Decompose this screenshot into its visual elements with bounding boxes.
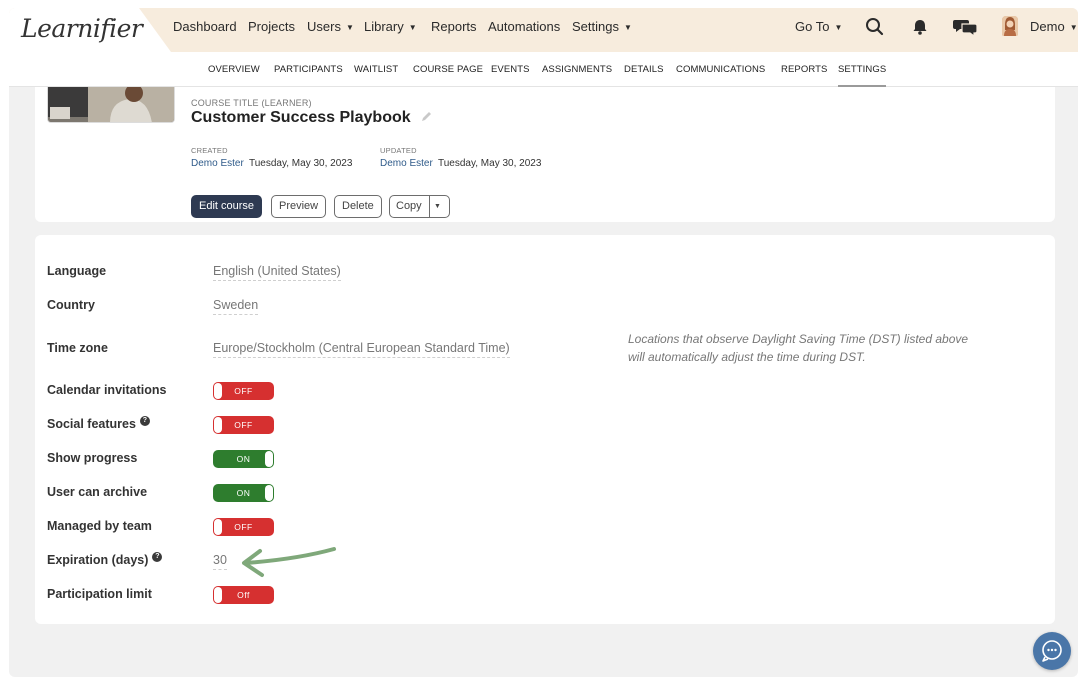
- course-header-card: COURSE TITLE (LEARNER) Customer Success …: [35, 87, 1055, 222]
- copy-button[interactable]: Copy: [396, 200, 422, 212]
- toggle-knob: [214, 587, 222, 603]
- timezone-label: Time zone: [47, 341, 108, 355]
- expiration-label: Expiration (days)?: [47, 552, 163, 568]
- nav-reports[interactable]: Reports: [431, 8, 477, 52]
- updated-by-link[interactable]: Demo Ester: [380, 158, 433, 169]
- participation-limit-toggle[interactable]: Off: [213, 586, 274, 604]
- dst-note: Locations that observe Daylight Saving T…: [628, 332, 969, 364]
- country-value[interactable]: Sweden: [213, 298, 259, 315]
- toggle-knob: [265, 451, 273, 467]
- calendar-invitations-label: Calendar invitations: [47, 383, 167, 397]
- show-progress-toggle[interactable]: ON: [213, 450, 274, 468]
- tab-waitlist[interactable]: WAITLIST: [354, 52, 398, 87]
- app-window: Learnifier Dashboard Projects Users ▼ Lib…: [9, 8, 1078, 677]
- avatar[interactable]: [1002, 16, 1018, 36]
- chevron-down-icon: ▼: [1069, 23, 1078, 32]
- updated-caption: UPDATED: [380, 146, 417, 155]
- course-thumbnail: [47, 87, 175, 123]
- nav-automations[interactable]: Automations: [488, 8, 560, 52]
- copy-options-chevron-icon[interactable]: ▼: [434, 196, 441, 217]
- nav-dashboard[interactable]: Dashboard: [173, 8, 237, 52]
- social-features-toggle[interactable]: OFF: [213, 416, 274, 434]
- created-date: Tuesday, May 30, 2023: [249, 158, 353, 169]
- help-icon[interactable]: ?: [139, 416, 150, 426]
- tab-settings[interactable]: SETTINGS: [838, 52, 887, 87]
- tab-reports[interactable]: REPORTS: [781, 52, 827, 87]
- tab-assignments[interactable]: ASSIGNMENTS: [542, 52, 612, 87]
- created-caption: CREATED: [191, 146, 228, 155]
- chevron-down-icon: ▼: [834, 23, 843, 32]
- show-progress-label: Show progress: [47, 451, 138, 465]
- toggle-knob: [214, 417, 222, 433]
- country-label: Country: [47, 298, 95, 312]
- annotation-arrow-icon: [242, 547, 336, 577]
- goto-menu[interactable]: Go To ▼: [795, 8, 842, 52]
- nav-library[interactable]: Library ▼: [364, 8, 417, 52]
- updated-date: Tuesday, May 30, 2023: [438, 158, 542, 169]
- participation-limit-label: Participation limit: [47, 587, 152, 601]
- nav-projects[interactable]: Projects: [248, 8, 295, 52]
- top-navigation: Learnifier Dashboard Projects Users ▼ Lib…: [9, 8, 1078, 52]
- search-icon[interactable]: [864, 17, 886, 37]
- tab-participants[interactable]: PARTICIPANTS: [274, 52, 343, 87]
- delete-button[interactable]: Delete: [334, 195, 382, 218]
- edit-course-button[interactable]: Edit course: [191, 195, 263, 218]
- chevron-down-icon: ▼: [345, 23, 354, 32]
- social-features-label: Social features?: [47, 416, 150, 432]
- learnifier-logo[interactable]: Learnifier: [21, 14, 143, 43]
- tab-communications[interactable]: COMMUNICATIONS: [676, 52, 765, 87]
- nav-users[interactable]: Users ▼: [307, 8, 354, 52]
- chat-bubble-icon[interactable]: [1033, 632, 1071, 670]
- copy-split-button: Copy ▼: [389, 195, 450, 218]
- expiration-value[interactable]: 30: [213, 553, 227, 570]
- bell-icon[interactable]: [909, 17, 931, 37]
- chat-icon[interactable]: [953, 17, 979, 37]
- created-by-link[interactable]: Demo Ester: [191, 158, 244, 169]
- toggle-knob: [214, 519, 222, 535]
- chevron-down-icon: ▼: [408, 23, 417, 32]
- tab-details[interactable]: DETAILS: [624, 52, 664, 87]
- chevron-down-icon: ▼: [623, 23, 632, 32]
- language-value[interactable]: English (United States): [213, 264, 341, 281]
- managed-by-team-label: Managed by team: [47, 519, 152, 533]
- course-title-caption: COURSE TITLE (LEARNER): [191, 98, 312, 108]
- course-title: Customer Success Playbook: [191, 109, 432, 127]
- split-divider: [429, 196, 430, 217]
- toggle-knob: [214, 383, 222, 399]
- tab-overview[interactable]: OVERVIEW: [208, 52, 260, 87]
- course-settings-card: Language English (United States) Country…: [35, 235, 1055, 624]
- user-can-archive-toggle[interactable]: ON: [213, 484, 274, 502]
- timezone-value[interactable]: Europe/Stockholm (Central European Stand…: [213, 341, 510, 358]
- toggle-knob: [265, 485, 273, 501]
- calendar-invitations-toggle[interactable]: OFF: [213, 382, 274, 400]
- nav-settings[interactable]: Settings ▼: [572, 8, 632, 52]
- user-menu[interactable]: Demo ▼: [1030, 8, 1078, 52]
- managed-by-team-toggle[interactable]: OFF: [213, 518, 274, 536]
- help-icon[interactable]: ?: [152, 552, 163, 562]
- user-can-archive-label: User can archive: [47, 485, 148, 499]
- tab-events[interactable]: EVENTS: [491, 52, 530, 87]
- language-label: Language: [47, 264, 107, 278]
- tab-course-page[interactable]: COURSE PAGE: [413, 52, 483, 87]
- course-tabs: OVERVIEW PARTICIPANTS WAITLIST COURSE PA…: [9, 52, 1078, 87]
- preview-button[interactable]: Preview: [271, 195, 327, 218]
- pencil-icon[interactable]: [421, 111, 432, 122]
